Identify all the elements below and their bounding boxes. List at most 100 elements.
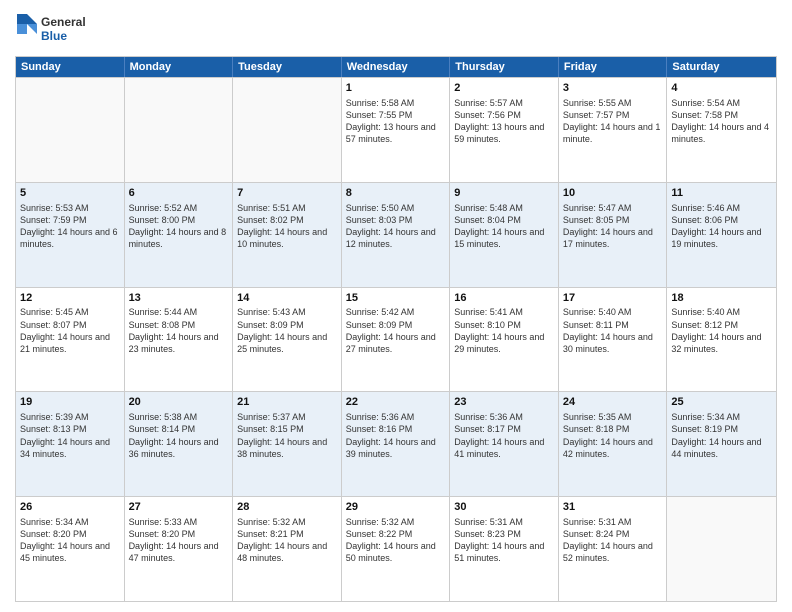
sunrise-text: Sunrise: 5:55 AM — [563, 98, 632, 108]
day-cell-31: 31Sunrise: 5:31 AMSunset: 8:24 PMDayligh… — [559, 497, 668, 601]
daylight-text: Daylight: 14 hours and 50 minutes. — [346, 541, 436, 563]
daylight-text: Daylight: 14 hours and 1 minute. — [563, 122, 661, 144]
daylight-text: Daylight: 14 hours and 44 minutes. — [671, 437, 761, 459]
day-number: 4 — [671, 81, 772, 96]
day-number: 12 — [20, 291, 120, 306]
day-cell-17: 17Sunrise: 5:40 AMSunset: 8:11 PMDayligh… — [559, 288, 668, 392]
day-number: 28 — [237, 500, 337, 515]
day-number: 30 — [454, 500, 554, 515]
sunrise-text: Sunrise: 5:34 AM — [20, 517, 89, 527]
calendar-body: 1Sunrise: 5:58 AMSunset: 7:55 PMDaylight… — [16, 77, 776, 601]
day-cell-20: 20Sunrise: 5:38 AMSunset: 8:14 PMDayligh… — [125, 392, 234, 496]
calendar-row-3: 19Sunrise: 5:39 AMSunset: 8:13 PMDayligh… — [16, 391, 776, 496]
day-number: 3 — [563, 81, 663, 96]
sunset-text: Sunset: 8:14 PM — [129, 424, 196, 434]
svg-text:General: General — [41, 15, 86, 29]
sunrise-text: Sunrise: 5:47 AM — [563, 203, 632, 213]
day-cell-1: 1Sunrise: 5:58 AMSunset: 7:55 PMDaylight… — [342, 78, 451, 182]
day-number: 11 — [671, 186, 772, 201]
day-cell-27: 27Sunrise: 5:33 AMSunset: 8:20 PMDayligh… — [125, 497, 234, 601]
sunset-text: Sunset: 8:20 PM — [129, 529, 196, 539]
header-day-monday: Monday — [125, 57, 234, 77]
day-cell-28: 28Sunrise: 5:32 AMSunset: 8:21 PMDayligh… — [233, 497, 342, 601]
daylight-text: Daylight: 14 hours and 19 minutes. — [671, 227, 761, 249]
daylight-text: Daylight: 14 hours and 17 minutes. — [563, 227, 653, 249]
sunrise-text: Sunrise: 5:36 AM — [454, 412, 523, 422]
day-cell-14: 14Sunrise: 5:43 AMSunset: 8:09 PMDayligh… — [233, 288, 342, 392]
sunrise-text: Sunrise: 5:32 AM — [237, 517, 306, 527]
day-cell-11: 11Sunrise: 5:46 AMSunset: 8:06 PMDayligh… — [667, 183, 776, 287]
day-cell-9: 9Sunrise: 5:48 AMSunset: 8:04 PMDaylight… — [450, 183, 559, 287]
day-cell-24: 24Sunrise: 5:35 AMSunset: 8:18 PMDayligh… — [559, 392, 668, 496]
sunset-text: Sunset: 8:22 PM — [346, 529, 413, 539]
page: General Blue SundayMondayTuesdayWednesda… — [0, 0, 792, 612]
sunrise-text: Sunrise: 5:42 AM — [346, 307, 415, 317]
day-number: 13 — [129, 291, 229, 306]
empty-cell — [233, 78, 342, 182]
daylight-text: Daylight: 14 hours and 52 minutes. — [563, 541, 653, 563]
day-number: 22 — [346, 395, 446, 410]
day-cell-22: 22Sunrise: 5:36 AMSunset: 8:16 PMDayligh… — [342, 392, 451, 496]
sunset-text: Sunset: 8:10 PM — [454, 320, 521, 330]
daylight-text: Daylight: 14 hours and 30 minutes. — [563, 332, 653, 354]
sunset-text: Sunset: 8:12 PM — [671, 320, 738, 330]
daylight-text: Daylight: 14 hours and 25 minutes. — [237, 332, 327, 354]
day-cell-2: 2Sunrise: 5:57 AMSunset: 7:56 PMDaylight… — [450, 78, 559, 182]
sunrise-text: Sunrise: 5:41 AM — [454, 307, 523, 317]
sunset-text: Sunset: 7:55 PM — [346, 110, 413, 120]
sunset-text: Sunset: 8:15 PM — [237, 424, 304, 434]
header-day-tuesday: Tuesday — [233, 57, 342, 77]
sunset-text: Sunset: 8:09 PM — [346, 320, 413, 330]
calendar: SundayMondayTuesdayWednesdayThursdayFrid… — [15, 56, 777, 602]
header-day-thursday: Thursday — [450, 57, 559, 77]
day-number: 23 — [454, 395, 554, 410]
sunrise-text: Sunrise: 5:40 AM — [563, 307, 632, 317]
day-cell-7: 7Sunrise: 5:51 AMSunset: 8:02 PMDaylight… — [233, 183, 342, 287]
sunset-text: Sunset: 8:16 PM — [346, 424, 413, 434]
day-cell-13: 13Sunrise: 5:44 AMSunset: 8:08 PMDayligh… — [125, 288, 234, 392]
daylight-text: Daylight: 14 hours and 29 minutes. — [454, 332, 544, 354]
logo-svg: General Blue — [15, 10, 95, 48]
day-number: 29 — [346, 500, 446, 515]
day-cell-25: 25Sunrise: 5:34 AMSunset: 8:19 PMDayligh… — [667, 392, 776, 496]
daylight-text: Daylight: 14 hours and 12 minutes. — [346, 227, 436, 249]
day-number: 21 — [237, 395, 337, 410]
day-number: 10 — [563, 186, 663, 201]
daylight-text: Daylight: 13 hours and 59 minutes. — [454, 122, 544, 144]
day-number: 26 — [20, 500, 120, 515]
daylight-text: Daylight: 14 hours and 41 minutes. — [454, 437, 544, 459]
sunrise-text: Sunrise: 5:57 AM — [454, 98, 523, 108]
sunrise-text: Sunrise: 5:39 AM — [20, 412, 89, 422]
sunrise-text: Sunrise: 5:50 AM — [346, 203, 415, 213]
day-number: 19 — [20, 395, 120, 410]
daylight-text: Daylight: 14 hours and 23 minutes. — [129, 332, 219, 354]
daylight-text: Daylight: 14 hours and 42 minutes. — [563, 437, 653, 459]
daylight-text: Daylight: 14 hours and 8 minutes. — [129, 227, 227, 249]
sunset-text: Sunset: 8:04 PM — [454, 215, 521, 225]
sunset-text: Sunset: 8:17 PM — [454, 424, 521, 434]
sunset-text: Sunset: 7:56 PM — [454, 110, 521, 120]
sunrise-text: Sunrise: 5:37 AM — [237, 412, 306, 422]
day-number: 7 — [237, 186, 337, 201]
sunset-text: Sunset: 7:59 PM — [20, 215, 87, 225]
calendar-row-4: 26 Sunrise: 5:34 AM Sunset: 8:20 PM Dayligh… — [16, 496, 776, 601]
daylight-text: Daylight: 14 hours and 48 minutes. — [237, 541, 327, 563]
sunset-text: Sunset: 8:20 PM — [20, 529, 87, 539]
day-cell-8: 8Sunrise: 5:50 AMSunset: 8:03 PMDaylight… — [342, 183, 451, 287]
daylight-text: Daylight: 13 hours and 57 minutes. — [346, 122, 436, 144]
sunset-text: Sunset: 8:24 PM — [563, 529, 630, 539]
day-cell-23: 23 Sunrise: 5:36 AM Sunset: 8:17 PM Dayligh… — [450, 392, 559, 496]
calendar-row-2: 12Sunrise: 5:45 AMSunset: 8:07 PMDayligh… — [16, 287, 776, 392]
sunrise-text: Sunrise: 5:31 AM — [563, 517, 632, 527]
sunrise-text: Sunrise: 5:54 AM — [671, 98, 740, 108]
daylight-text: Daylight: 14 hours and 15 minutes. — [454, 227, 544, 249]
day-cell-26: 26Sunrise: 5:34 AMSunset: 8:20 PMDayligh… — [16, 497, 125, 601]
calendar-row-1: 5Sunrise: 5:53 AMSunset: 7:59 PMDaylight… — [16, 182, 776, 287]
daylight-text: Daylight: 14 hours and 47 minutes. — [129, 541, 219, 563]
daylight-text: Daylight: 14 hours and 39 minutes. — [346, 437, 436, 459]
calendar-row-0: 1Sunrise: 5:58 AMSunset: 7:55 PMDaylight… — [16, 77, 776, 182]
sunrise-text: Sunrise: 5:48 AM — [454, 203, 523, 213]
day-cell-6: 6Sunrise: 5:52 AMSunset: 8:00 PMDaylight… — [125, 183, 234, 287]
day-number: 5 — [20, 186, 120, 201]
day-number: 18 — [671, 291, 772, 306]
